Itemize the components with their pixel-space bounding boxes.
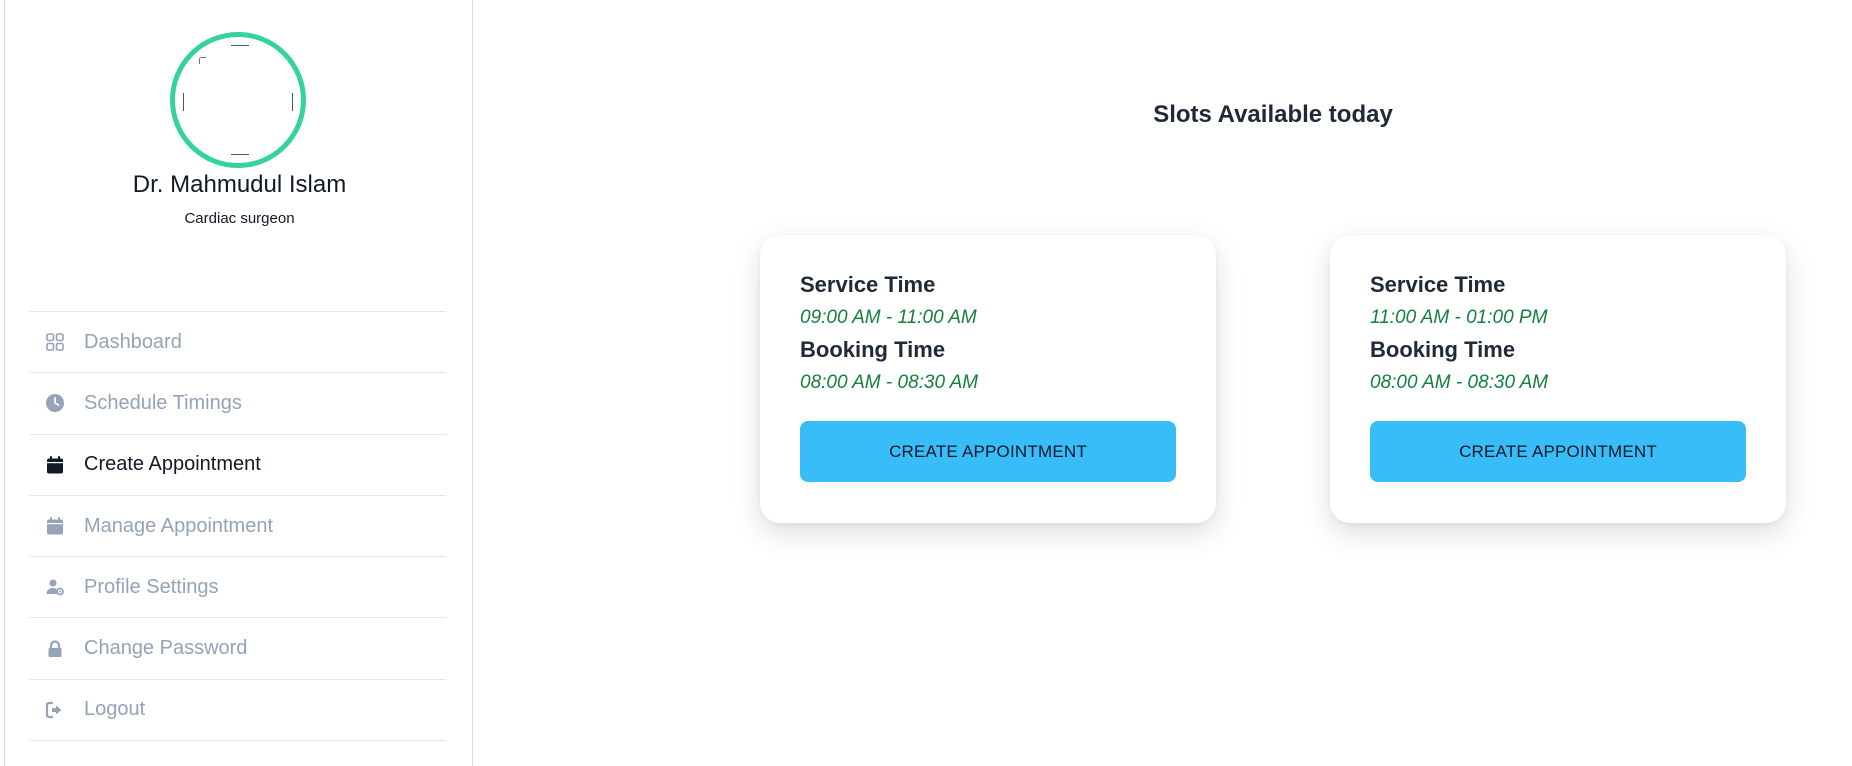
sidebar-item-profile-settings[interactable]: Profile Settings — [29, 557, 446, 619]
create-appointment-button[interactable]: CREATE APPOINTMENT — [1370, 421, 1746, 482]
sidebar-item-logout[interactable]: Logout — [29, 680, 446, 742]
sidebar: Dr. Mahmudul Islam Cardiac surgeon Dashb… — [4, 0, 473, 766]
slot-card: Service Time 11:00 AM - 01:00 PM Booking… — [1330, 235, 1786, 523]
booking-time-label: Booking Time — [1370, 337, 1516, 362]
calendar-icon — [45, 455, 65, 475]
sidebar-item-label: Profile Settings — [84, 575, 219, 598]
sidebar-item-create-appointment[interactable]: Create Appointment — [29, 435, 446, 496]
grid-icon — [45, 332, 65, 352]
slot-card: Service Time 09:00 AM - 11:00 AM Booking… — [760, 235, 1216, 523]
clock-icon — [45, 393, 65, 413]
calendar-icon — [45, 516, 65, 536]
booking-time-value: 08:00 AM - 08:30 AM — [800, 372, 979, 393]
sidebar-item-label: Create Appointment — [84, 453, 261, 476]
user-gear-icon — [45, 577, 65, 597]
sidebar-item-label: Logout — [84, 698, 146, 721]
sidebar-item-dashboard[interactable]: Dashboard — [29, 312, 446, 374]
page: Dr. Mahmudul Islam Cardiac surgeon Dashb… — [0, 0, 1852, 766]
booking-time-label: Booking Time — [800, 337, 946, 362]
sidebar-item-label: Dashboard — [84, 330, 182, 353]
service-time-label: Service Time — [800, 272, 936, 297]
sidebar-item-schedule-timings[interactable]: Schedule Timings — [29, 373, 446, 435]
sidebar-item-label: Schedule Timings — [84, 391, 242, 414]
sidebar-item-label: Change Password — [84, 637, 248, 660]
service-time-value: 09:00 AM - 11:00 AM — [800, 307, 977, 328]
avatar-image — [181, 43, 295, 157]
doctor-title: Cardiac surgeon — [184, 210, 295, 227]
doctor-name: Dr. Mahmudul Islam — [132, 171, 347, 198]
sidebar-item-change-password[interactable]: Change Password — [29, 618, 446, 680]
broken-image-icon — [199, 57, 206, 64]
service-time-label: Service Time — [1370, 272, 1506, 297]
lock-icon — [45, 639, 65, 659]
booking-time-value: 08:00 AM - 08:30 AM — [1370, 372, 1549, 393]
page-title: Slots Available today — [1153, 101, 1393, 128]
sidebar-item-manage-appointment[interactable]: Manage Appointment — [29, 496, 446, 558]
avatar — [170, 32, 306, 168]
sign-out-icon — [45, 700, 65, 720]
sidebar-menu: Dashboard Schedule Timings Create Appoin… — [29, 311, 446, 742]
sidebar-item-label: Manage Appointment — [84, 514, 274, 537]
service-time-value: 11:00 AM - 01:00 PM — [1370, 307, 1548, 328]
create-appointment-button[interactable]: CREATE APPOINTMENT — [800, 421, 1176, 482]
